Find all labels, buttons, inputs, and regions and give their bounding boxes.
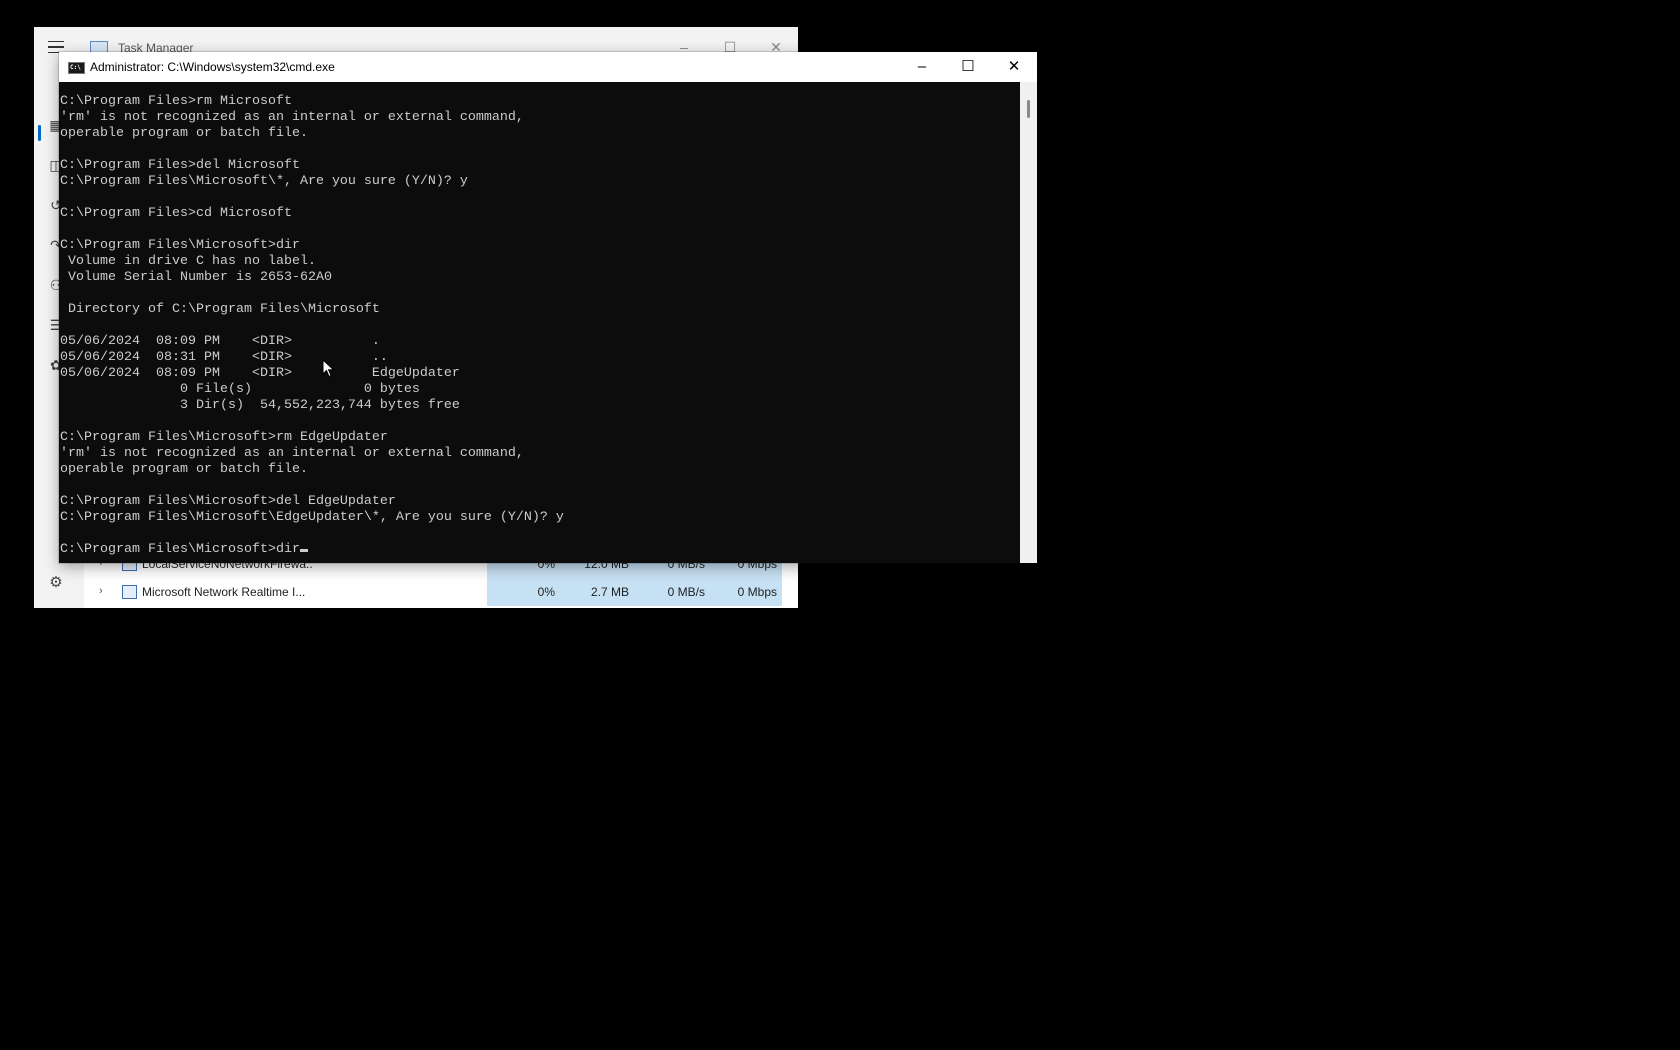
cpu-value: 0% [537,585,555,599]
gear-icon[interactable]: ⚙ [46,573,66,593]
process-icon [122,585,137,599]
network-value: 0 Mbps [737,585,777,599]
memory-value: 2.7 MB [590,585,629,599]
disk-value: 0 MB/s [667,585,705,599]
process-name: Microsoft Network Realtime I... [142,585,306,599]
vertical-scrollbar[interactable] [1020,82,1037,563]
text-cursor [299,549,308,552]
scrollbar-thumb[interactable] [1027,100,1030,118]
cmd-titlebar[interactable]: C:\ Administrator: C:\Windows\system32\c… [59,52,1037,82]
console-text: C:\Program Files>rm Microsoft 'rm' is no… [60,94,564,557]
console-output[interactable]: C:\Program Files>rm Microsoft 'rm' is no… [59,82,1020,563]
cmd-window-title: Administrator: C:\Windows\system32\cmd.e… [90,60,335,74]
maximize-button[interactable]: ☐ [945,52,991,82]
table-row[interactable]: › Microsoft Network Realtime I... 0% 2.7… [84,578,798,606]
chevron-right-icon[interactable]: › [99,585,103,597]
minimize-button[interactable]: – [899,52,945,82]
cmd-app-icon[interactable]: C:\ [68,62,85,74]
selected-nav-indicator [38,125,41,141]
cmd-window[interactable]: C:\ Administrator: C:\Windows\system32\c… [59,52,1037,563]
close-button[interactable]: ✕ [991,52,1037,82]
mouse-pointer-icon [322,359,335,378]
